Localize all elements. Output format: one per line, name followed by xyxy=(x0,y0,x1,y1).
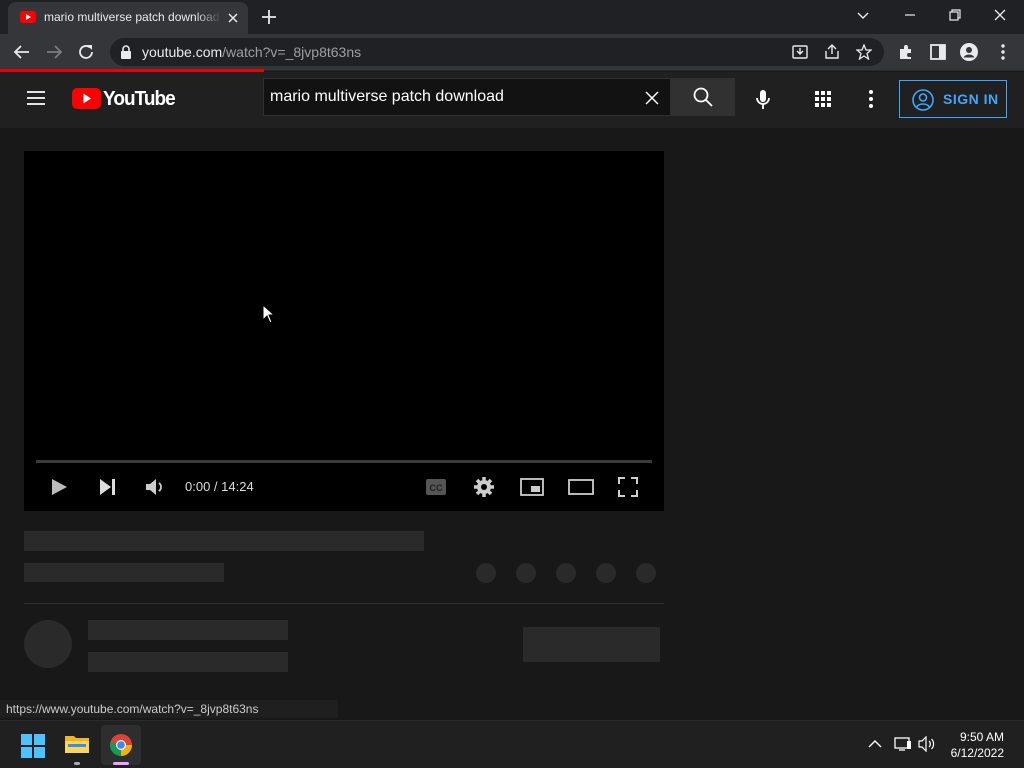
minimize-icon[interactable] xyxy=(903,8,917,22)
close-window-icon[interactable] xyxy=(993,8,1007,22)
youtube-favicon-icon xyxy=(20,11,36,23)
action-placeholder xyxy=(556,563,576,583)
link-status-bar: https://www.youtube.com/watch?v=_8jvp8t6… xyxy=(0,700,339,718)
volume-icon[interactable] xyxy=(145,477,167,497)
show-hidden-icons-icon[interactable] xyxy=(868,739,882,749)
chrome-icon xyxy=(109,733,133,757)
search-input[interactable]: mario multiverse patch download xyxy=(270,88,504,106)
apps-grid-icon[interactable] xyxy=(815,91,831,107)
svg-text:CC: CC xyxy=(430,483,443,493)
action-placeholder xyxy=(596,563,616,583)
search-button[interactable] xyxy=(671,78,735,116)
lock-icon[interactable] xyxy=(120,45,132,59)
voice-search-icon[interactable] xyxy=(755,89,771,111)
file-explorer-icon[interactable] xyxy=(64,733,90,755)
action-placeholder xyxy=(476,563,496,583)
video-player[interactable]: 0:00 / 14:24 CC xyxy=(24,151,664,511)
reload-icon[interactable] xyxy=(77,43,95,61)
close-tab-icon[interactable] xyxy=(226,11,240,25)
tab-search-chevron-icon[interactable] xyxy=(856,8,870,22)
chrome-taskbar-button[interactable] xyxy=(101,725,141,765)
settings-gear-icon[interactable] xyxy=(473,476,495,498)
install-app-icon[interactable] xyxy=(792,44,808,60)
title-placeholder xyxy=(24,531,424,551)
mouse-cursor-icon xyxy=(262,304,274,324)
youtube-header: YouTube mario multiverse patch download … xyxy=(0,72,1024,128)
browser-toolbar: youtube.com/watch?v=_8jvp8t63ns xyxy=(0,34,1024,70)
start-icon[interactable] xyxy=(21,734,45,758)
forward-icon[interactable] xyxy=(45,43,63,61)
share-icon[interactable] xyxy=(824,44,840,60)
address-bar[interactable]: youtube.com/watch?v=_8jvp8t63ns xyxy=(110,38,884,66)
volume-tray-icon[interactable] xyxy=(918,736,938,752)
settings-more-icon[interactable] xyxy=(868,89,874,109)
side-panel-icon[interactable] xyxy=(929,43,947,61)
clock-time: 9:50 AM xyxy=(959,730,1004,744)
browser-tab-strip: mario multiverse patch download - YouTub… xyxy=(0,0,1024,34)
search-icon xyxy=(693,87,713,107)
sign-in-button[interactable]: SIGN IN xyxy=(899,80,1007,118)
new-tab-icon[interactable] xyxy=(260,8,278,26)
chrome-active-indicator xyxy=(113,762,129,765)
sign-in-label: SIGN IN xyxy=(943,91,999,107)
search-box[interactable]: mario multiverse patch download xyxy=(263,78,671,116)
browser-tab[interactable]: mario multiverse patch download - YouTub… xyxy=(8,2,248,34)
system-clock[interactable]: 9:50 AM 6/12/2022 xyxy=(951,729,1004,761)
taskbar: 9:50 AM 6/12/2022 xyxy=(0,720,1024,768)
explorer-running-indicator xyxy=(74,762,80,765)
youtube-logo-text[interactable]: YouTube xyxy=(103,88,176,111)
clock-date: 6/12/2022 xyxy=(950,746,1004,760)
restore-icon[interactable] xyxy=(948,8,962,22)
tab-title: mario multiverse patch download - YouTub… xyxy=(44,10,222,24)
progress-bar[interactable] xyxy=(36,460,652,463)
captions-icon[interactable]: CC xyxy=(425,478,447,496)
next-icon[interactable] xyxy=(98,478,118,496)
subscribers-placeholder xyxy=(88,652,288,672)
clear-search-icon[interactable] xyxy=(644,90,660,106)
profile-icon[interactable] xyxy=(960,43,978,61)
chrome-menu-icon[interactable] xyxy=(994,43,1012,61)
time-display: 0:00 / 14:24 xyxy=(185,479,254,494)
theater-mode-icon[interactable] xyxy=(568,479,594,495)
play-icon[interactable] xyxy=(49,477,69,497)
miniplayer-icon[interactable] xyxy=(520,478,544,496)
guide-menu-icon[interactable] xyxy=(26,90,46,106)
action-placeholder xyxy=(516,563,536,583)
views-placeholder xyxy=(24,563,224,582)
subscribe-button-placeholder xyxy=(523,627,660,662)
fullscreen-icon[interactable] xyxy=(618,477,638,497)
channel-name-placeholder xyxy=(88,620,288,640)
action-placeholder xyxy=(636,563,656,583)
account-icon xyxy=(912,89,934,111)
back-icon[interactable] xyxy=(13,43,31,61)
url-host: youtube.com xyxy=(142,44,223,60)
avatar-placeholder xyxy=(24,620,72,668)
youtube-logo-icon[interactable] xyxy=(72,88,101,109)
bookmark-star-icon[interactable] xyxy=(856,44,872,60)
extensions-icon[interactable] xyxy=(897,43,915,61)
network-icon[interactable] xyxy=(894,736,912,752)
divider xyxy=(24,603,664,604)
url-path: /watch?v=_8jvp8t63ns xyxy=(222,44,362,60)
